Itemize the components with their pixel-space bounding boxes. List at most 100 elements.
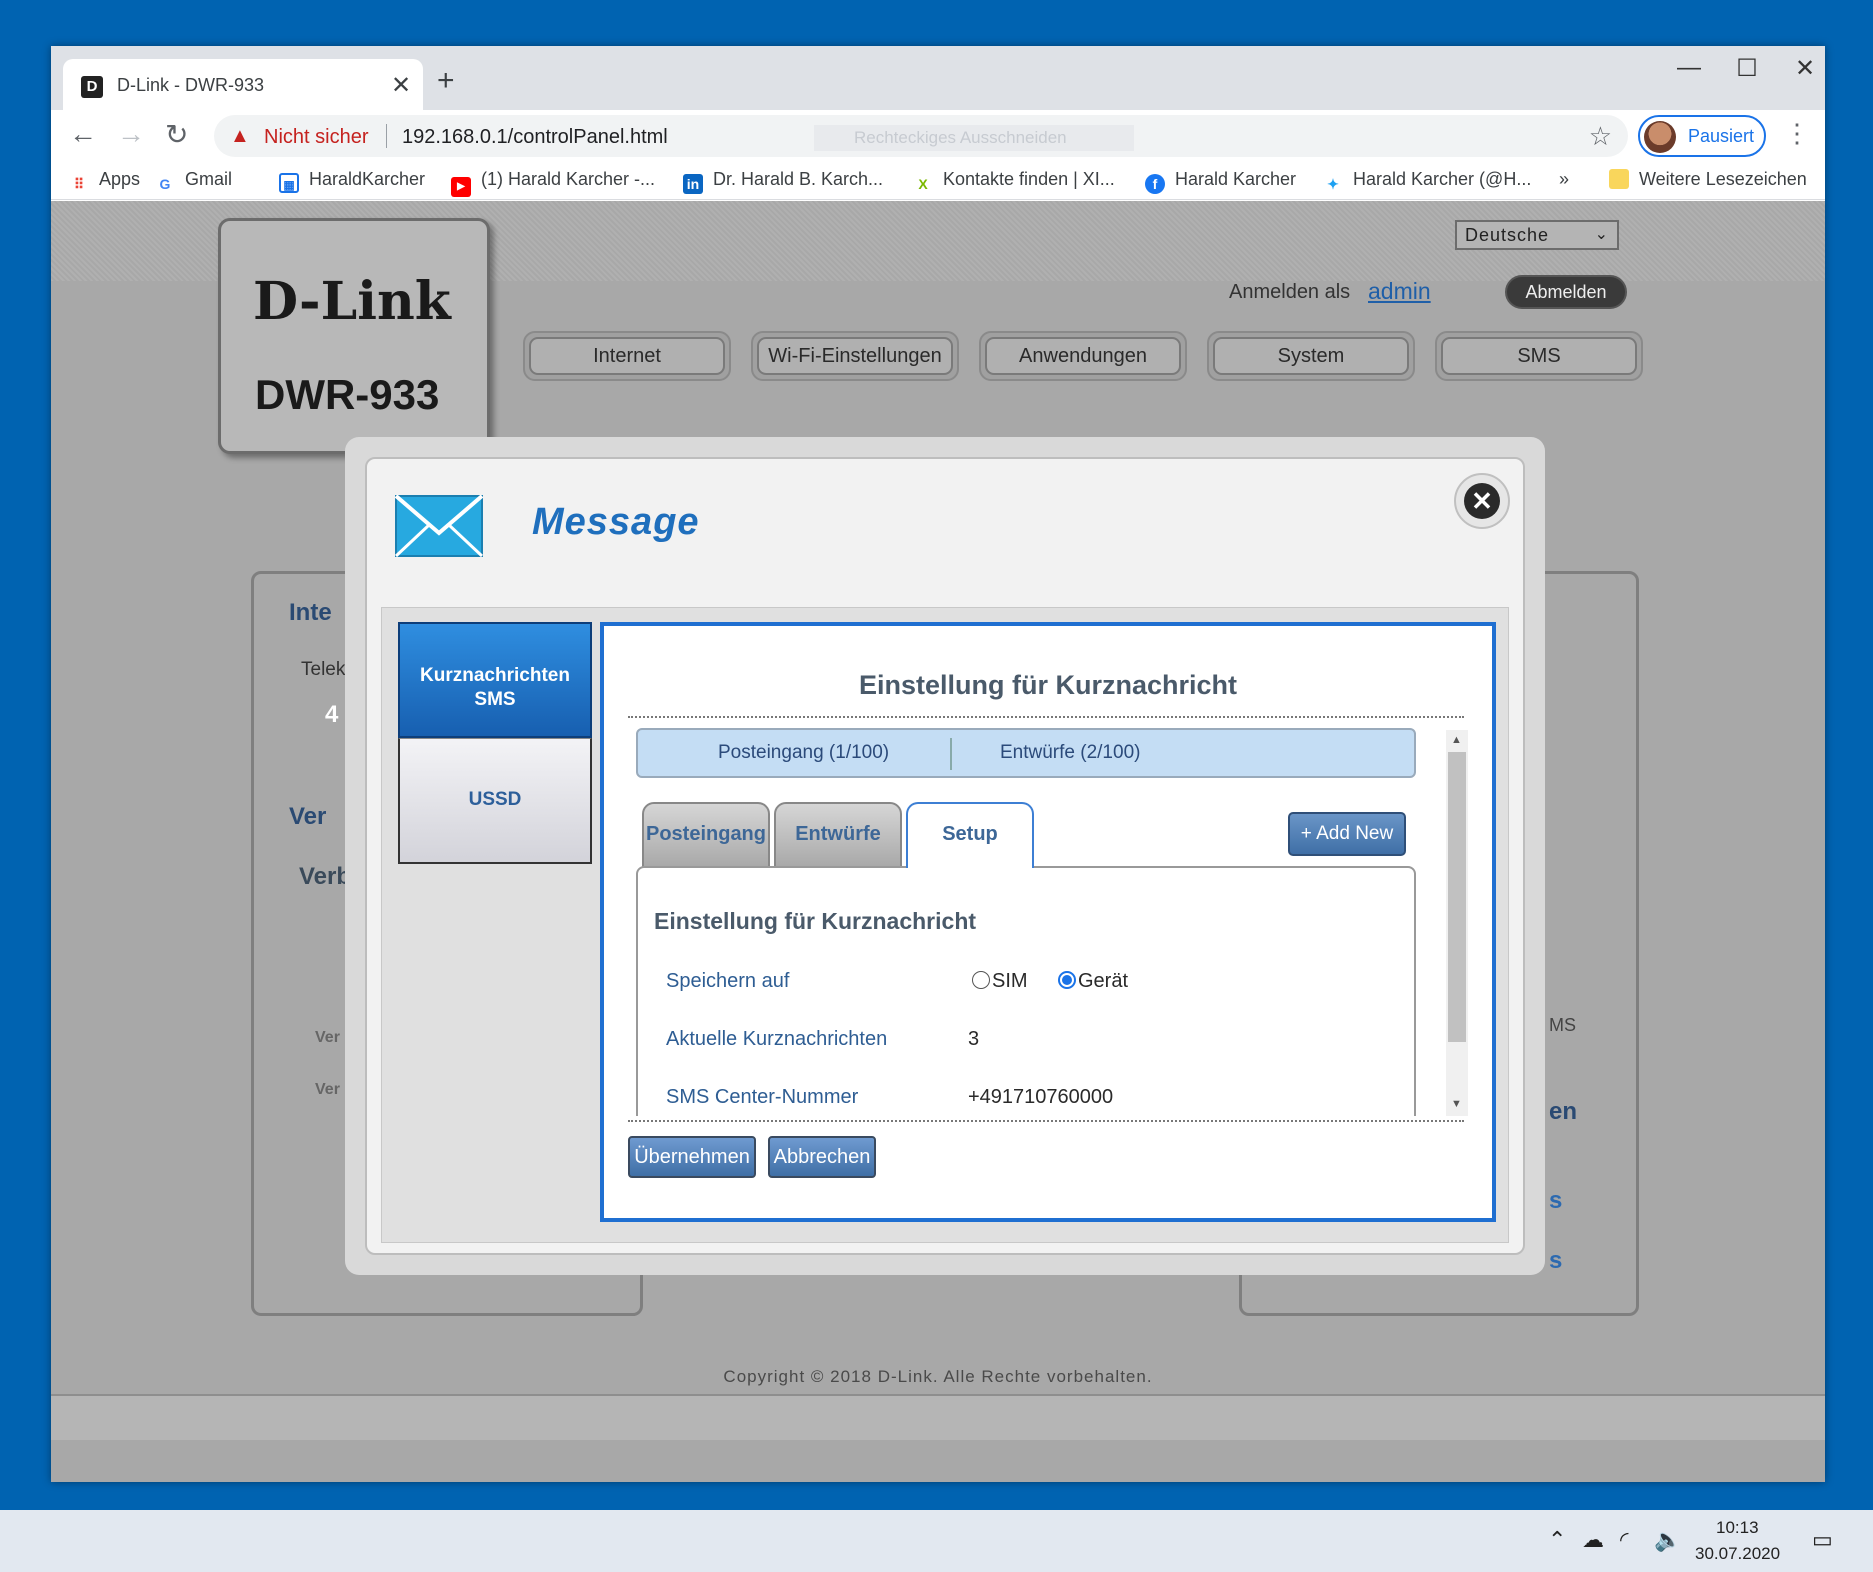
modal-close-button[interactable]: ✕ [1454,473,1510,529]
other-bookmarks[interactable]: Weitere Lesezeichen [1609,169,1807,190]
profile-status: Pausiert [1688,126,1755,146]
current-messages-label: Aktuelle Kurznachrichten [666,1028,888,1050]
copyright-text: Copyright © 2018 D-Link. Alle Rechte vor… [723,1367,1153,1386]
panel-title: Einstellung für Kurznachricht [858,670,1238,700]
maximize-icon[interactable]: ☐ [1727,54,1767,83]
xing-icon: X [918,176,928,192]
nav-tab-system[interactable]: System [1207,331,1415,381]
side-tab-ussd[interactable]: USSD [398,738,592,864]
forward-arrow-icon[interactable]: → [117,118,145,150]
back-arrow-icon[interactable]: ← [69,118,97,150]
login-label: Anmelden als [1229,281,1351,303]
current-messages-value: 3 [968,1028,980,1050]
close-icon: ✕ [1464,483,1500,519]
tab-drafts[interactable]: Entwürfe [774,802,902,868]
bg-fragment: 4 [325,701,339,728]
modal-title: Message [532,501,700,543]
logout-button[interactable]: Abmelden [1505,275,1627,309]
bookmarks-bar: ⠿ Apps G Gmail ▦ HaraldKarcher ▶ (1) Harald … [51,160,1825,200]
add-new-button[interactable]: + Add New [1288,812,1406,856]
apps-grid-icon: ⠿ [73,176,85,192]
dlink-favicon-icon: D [81,76,103,98]
drafts-counter[interactable]: Entwürfe (2/100) [1000,742,1140,764]
bookmark-facebook[interactable]: f Harald Karcher [1145,169,1296,194]
bookmark-haraldkarcher[interactable]: ▦ HaraldKarcher [279,169,425,193]
dlink-logo: D-Link [253,271,451,332]
minimize-icon[interactable]: — [1669,54,1709,82]
nav-tab-applications[interactable]: Anwendungen [979,331,1187,381]
chevron-down-icon: ⌄ [1594,226,1609,243]
page-footer-bar [51,1394,1825,1440]
language-select[interactable]: Deutsche ⌄ [1455,220,1619,250]
bookmark-star-icon[interactable]: ☆ [1589,121,1612,152]
omnibox-divider [386,124,387,148]
modal-inner-frame: Kurznachrichten SMS USSD Einstellung für… [381,607,1509,1243]
divider [628,716,1464,718]
content-scrollbar[interactable]: ▲ ▼ [1446,730,1468,1116]
bookmark-twitter[interactable]: ✦ Harald Karcher (@H... [1323,169,1531,194]
setup-form: Einstellung für Kurznachricht Speichern … [636,866,1416,1116]
chevron-up-icon[interactable]: ⌃ [1548,1527,1566,1553]
tab-setup[interactable]: Setup [906,802,1034,868]
sms-center-value[interactable]: +491710760000 [968,1086,1113,1109]
bg-fragment: MS [1549,1015,1576,1035]
warning-triangle-icon: ▲ [230,125,250,147]
browser-toolbar: ← → ↻ ▲ Nicht sicher 192.168.0.1/control… [51,110,1825,160]
clock-time[interactable]: 10:13 [1716,1518,1759,1538]
security-label[interactable]: Nicht sicher [264,126,368,149]
scroll-down-icon[interactable]: ▼ [1451,1098,1462,1110]
folder-icon [1609,169,1629,189]
url-text[interactable]: 192.168.0.1/controlPanel.html [402,126,668,149]
bookmark-xing[interactable]: X Kontakte finden | XI... [913,169,1114,194]
bg-fragment: Verb [299,863,352,890]
profile-button[interactable]: Pausiert [1638,115,1766,157]
bookmark-youtube[interactable]: ▶ (1) Harald Karcher -... [451,169,655,197]
address-bar[interactable]: ▲ Nicht sicher 192.168.0.1/controlPanel.… [214,115,1628,157]
new-tab-button[interactable]: + [437,64,455,98]
message-counter-bar: Posteingang (1/100) Entwürfe (2/100) [636,728,1416,778]
bg-fragment: s [1549,1187,1563,1214]
apply-button[interactable]: Übernehmen [628,1136,756,1178]
browser-tab[interactable]: D D-Link - DWR-933 ✕ [63,59,423,110]
bg-fragment: Telek [301,659,346,680]
login-user-link[interactable]: admin [1368,278,1431,305]
counter-divider [950,738,952,770]
youtube-icon: ▶ [451,177,471,197]
bookmark-apps[interactable]: ⠿ Apps [69,169,140,194]
windows-taskbar: ⌃ ☁ ◜ 🔈 10:13 30.07.2020 ▭ [0,1510,1873,1572]
store-option-sim[interactable]: SIM [972,970,1028,993]
reload-icon[interactable]: ↻ [165,118,188,151]
nav-tab-internet[interactable]: Internet [523,331,731,381]
store-option-device[interactable]: Gerät [1058,970,1128,993]
bookmarks-overflow-icon[interactable]: » [1559,169,1569,190]
kebab-menu-icon[interactable]: ⋮ [1784,118,1810,149]
logo-box: D-Link DWR-933 [218,218,490,454]
bookmark-linkedin[interactable]: in Dr. Harald B. Karch... [683,169,883,194]
scrollbar-thumb[interactable] [1448,752,1466,1042]
notification-icon[interactable]: ▭ [1812,1527,1833,1553]
bg-fragment: s [1549,1247,1563,1274]
bg-fragment: Ver [289,803,327,830]
store-label: Speichern auf [666,970,790,992]
cancel-button[interactable]: Abbrechen [768,1136,876,1178]
wifi-icon[interactable]: ◜ [1620,1527,1629,1553]
radio-sim[interactable] [972,971,990,989]
bookmark-gmail[interactable]: G Gmail [155,169,232,194]
close-tab-icon[interactable]: ✕ [391,71,411,100]
scroll-up-icon[interactable]: ▲ [1451,734,1462,746]
volume-icon[interactable]: 🔈 [1654,1527,1681,1553]
facebook-icon: f [1145,174,1165,194]
message-modal-backdrop: Message ✕ Kurznachrichten SMS USSD Einst… [345,437,1545,1275]
message-modal: Message ✕ Kurznachrichten SMS USSD Einst… [365,457,1525,1255]
tab-inbox[interactable]: Posteingang [642,802,770,868]
inbox-counter[interactable]: Posteingang (1/100) [718,742,889,764]
radio-device[interactable] [1058,971,1076,989]
nav-tab-sms[interactable]: SMS [1435,331,1643,381]
window-close-icon[interactable]: ✕ [1785,54,1825,83]
clock-date[interactable]: 30.07.2020 [1695,1544,1780,1564]
page-icon: ▦ [279,173,299,193]
linkedin-icon: in [683,174,703,194]
cloud-icon[interactable]: ☁ [1582,1527,1604,1553]
nav-tab-wifi[interactable]: Wi-Fi-Einstellungen [751,331,959,381]
side-tab-sms[interactable]: Kurznachrichten SMS [398,622,592,738]
